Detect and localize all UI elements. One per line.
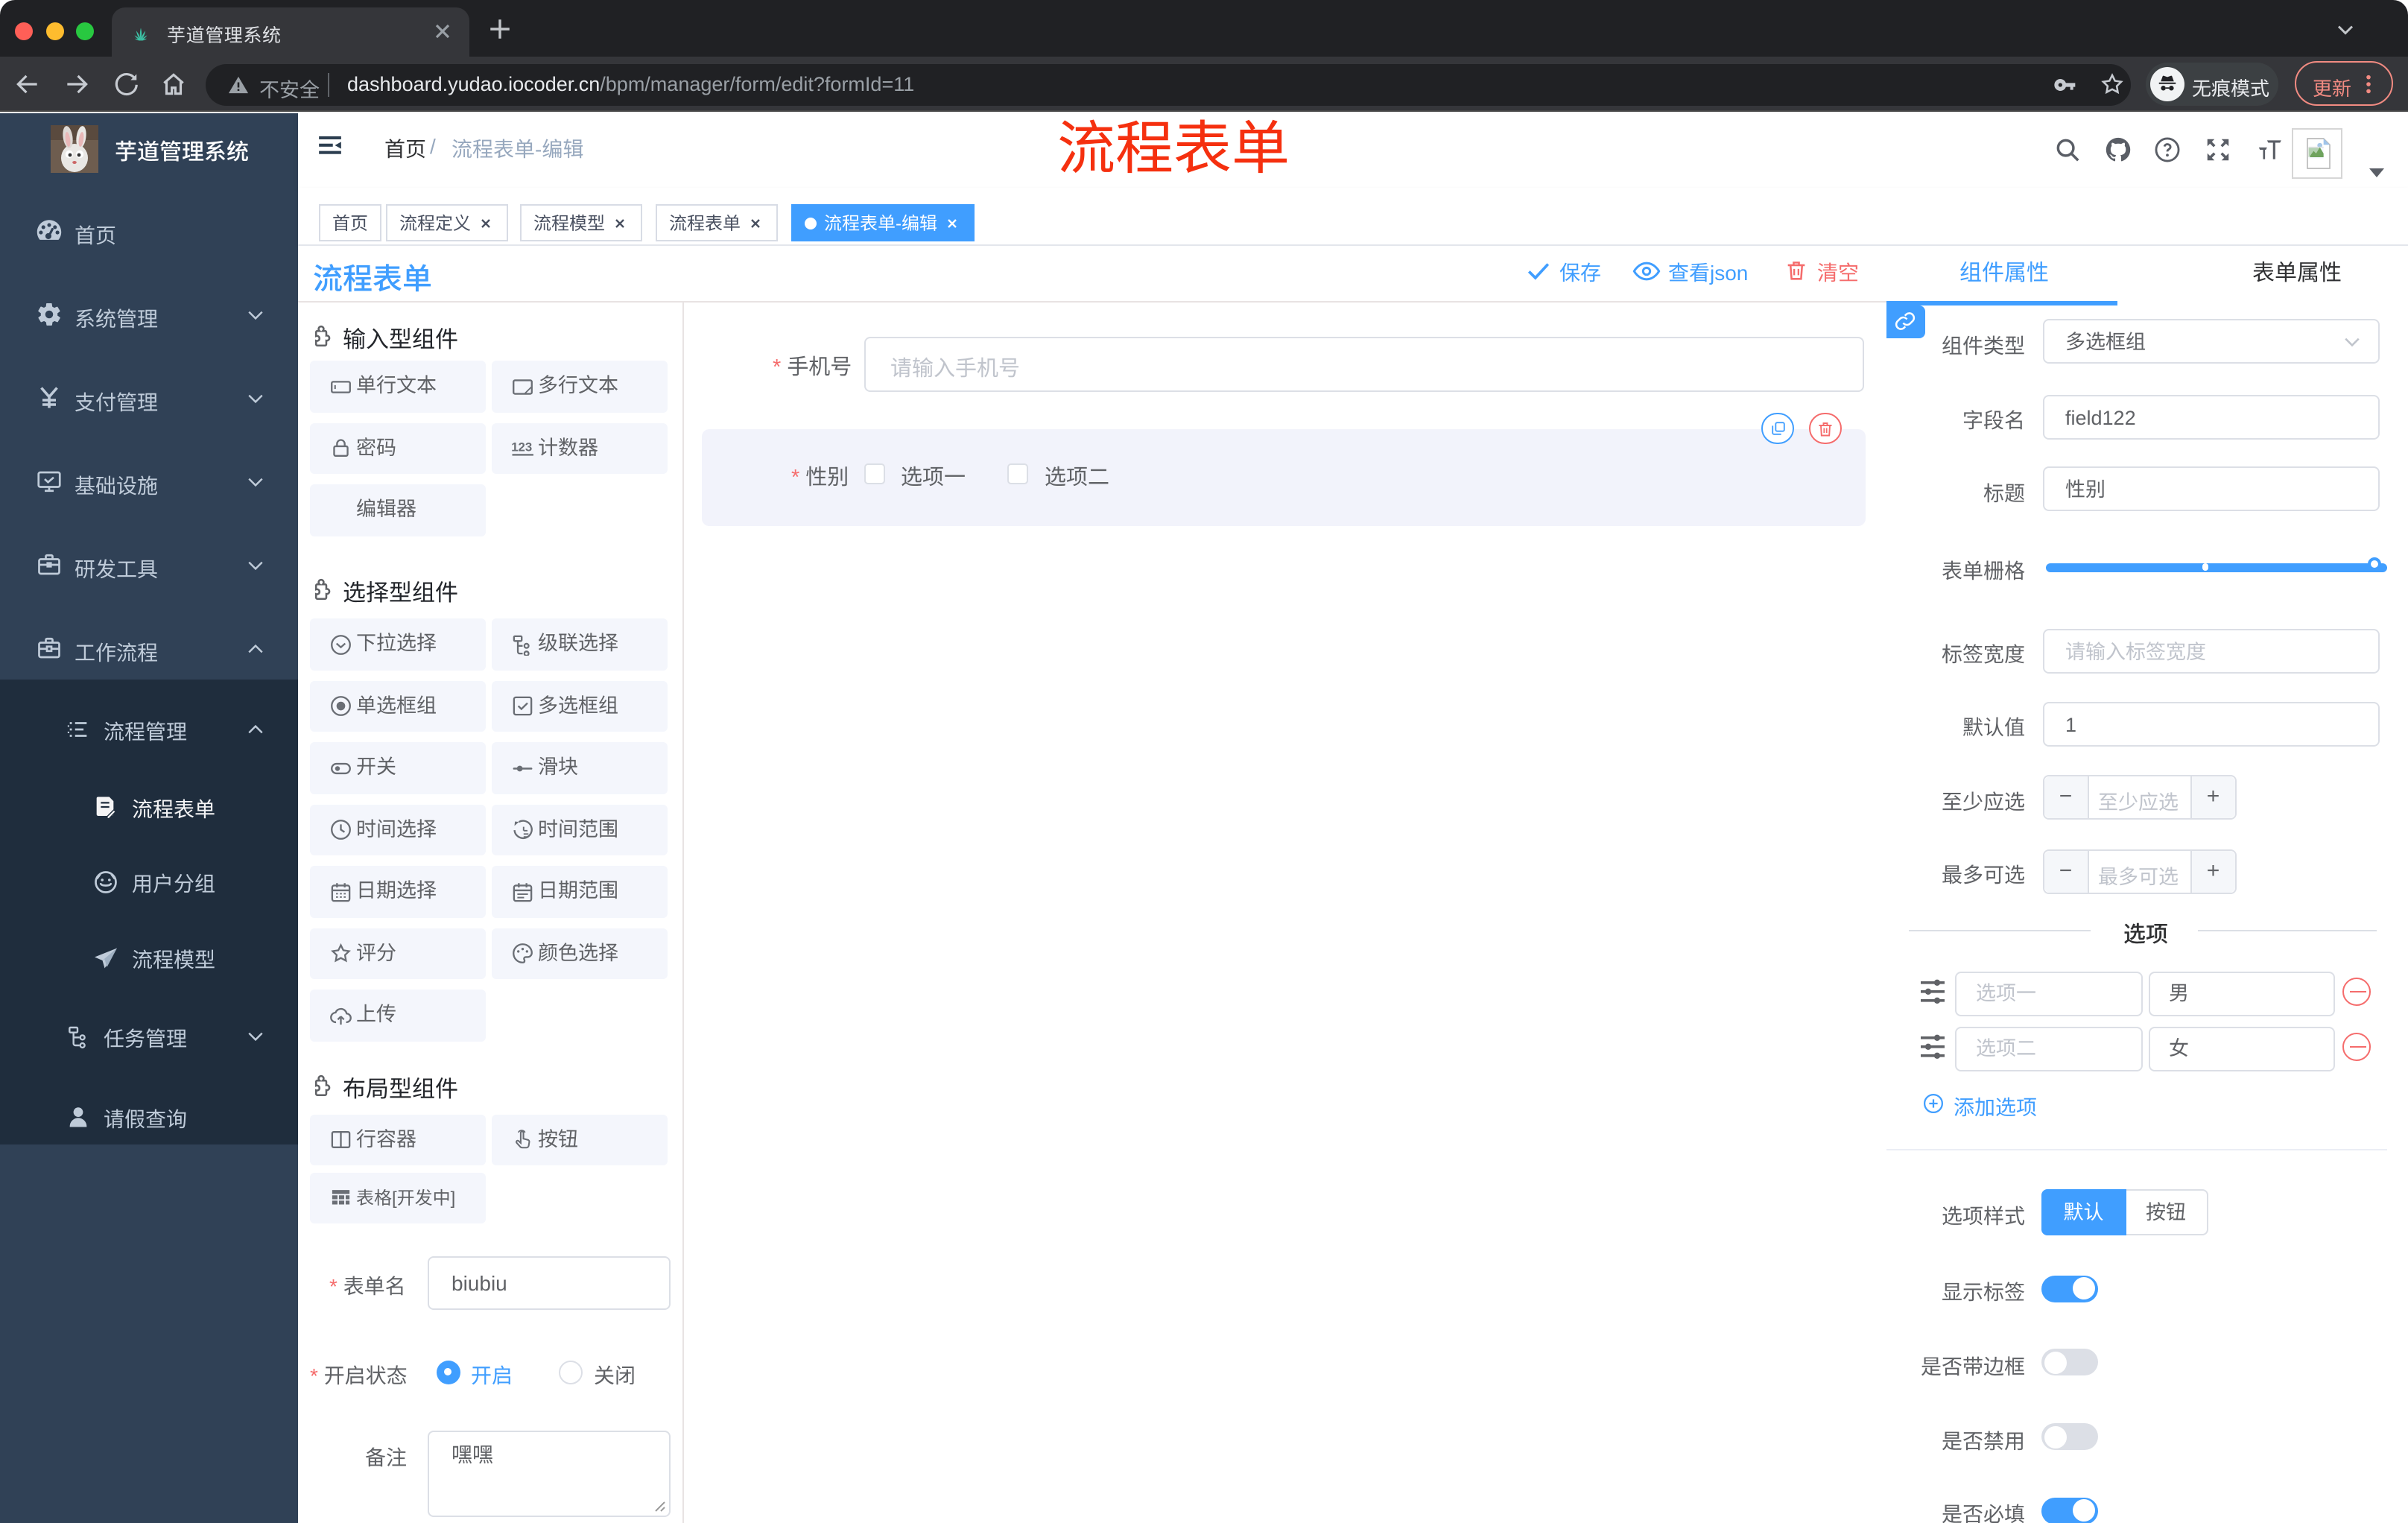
svg-text:123: 123 — [511, 440, 532, 454]
